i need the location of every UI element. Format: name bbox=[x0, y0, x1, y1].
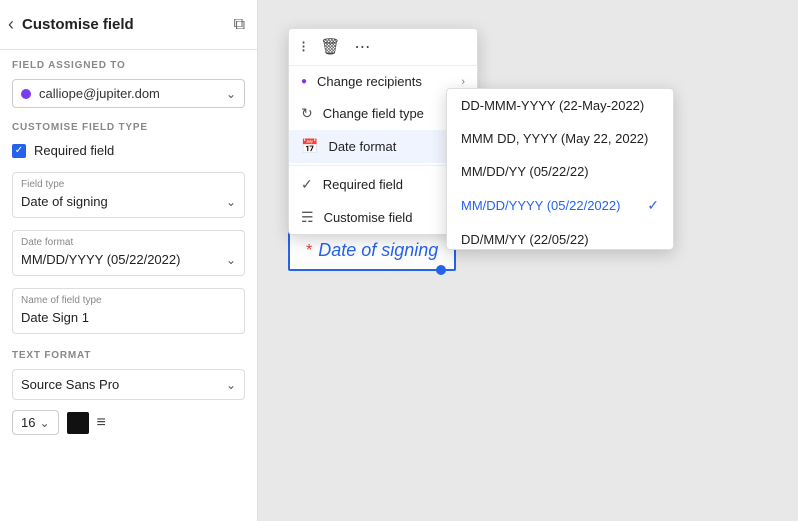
date-format-label: Date format bbox=[328, 139, 461, 154]
field-type-label: Field type bbox=[21, 179, 236, 190]
panel-header: ‹ Customise field ⧉ bbox=[0, 0, 257, 50]
date-format-value: MM/DD/YYYY (05/22/2022) bbox=[21, 252, 180, 267]
trash-icon[interactable]: 🗑 bbox=[320, 37, 340, 57]
date-submenu-list: DD-MMM-YYYY (22-May-2022) MMM DD, YYYY (… bbox=[447, 89, 673, 249]
required-asterisk: * bbox=[306, 242, 312, 260]
date-option-mm-dd-yyyy[interactable]: MM/DD/YYYY (05/22/2022) ✓ bbox=[447, 188, 673, 223]
font-size-chevron-icon: ⌄ bbox=[39, 416, 49, 430]
date-option-mm-dd-yy[interactable]: MM/DD/YY (05/22/22) bbox=[447, 155, 673, 188]
right-area: ⁝ 🗑 ⋯ ● Change recipients › ↻ Change fie… bbox=[258, 0, 798, 521]
chevron-down-icon: ⌄ bbox=[226, 87, 236, 101]
date-format-label: Date format bbox=[21, 237, 236, 248]
date-option-dd-mm-yy[interactable]: DD/MM/YY (22/05/22) bbox=[447, 223, 673, 249]
check-icon: ✓ bbox=[15, 145, 23, 156]
copy-icon[interactable]: ⧉ bbox=[234, 16, 245, 34]
field-assigned-label: FIELD ASSIGNED TO bbox=[0, 50, 257, 75]
date-option-label-1: MMM DD, YYYY (May 22, 2022) bbox=[461, 131, 648, 146]
field-type-chevron-icon: ⌄ bbox=[226, 195, 236, 209]
recipient-email: calliope@jupiter.dom bbox=[39, 86, 226, 101]
grid-icon[interactable]: ⁝ bbox=[301, 37, 306, 57]
date-format-group[interactable]: Date format MM/DD/YYYY (05/22/2022) ⌄ bbox=[12, 230, 245, 276]
font-size-selector[interactable]: 16 ⌄ bbox=[12, 410, 59, 435]
required-field-row[interactable]: ✓ Required field bbox=[0, 139, 257, 166]
change-recipients-label: Change recipients bbox=[317, 74, 461, 89]
customise-field-type-label: CUSTOMISE FIELD TYPE bbox=[0, 112, 257, 139]
menu-icons-row: ⁝ 🗑 ⋯ bbox=[289, 29, 477, 66]
font-selector[interactable]: Source Sans Pro ⌄ bbox=[12, 369, 245, 400]
resize-handle[interactable] bbox=[436, 265, 446, 275]
date-format-chevron-icon: ⌄ bbox=[226, 253, 236, 267]
name-of-field-group[interactable]: Name of field type Date Sign 1 bbox=[12, 288, 245, 334]
panel-title: Customise field bbox=[22, 16, 134, 33]
required-field-menu-label: Required field bbox=[323, 177, 465, 192]
date-format-value-row: MM/DD/YYYY (05/22/2022) ⌄ bbox=[21, 252, 236, 267]
date-option-label-4: DD/MM/YY (22/05/22) bbox=[461, 232, 589, 247]
name-field-label: Name of field type bbox=[21, 295, 236, 306]
date-field-placeholder: Date of signing bbox=[318, 240, 438, 261]
required-checkbox[interactable]: ✓ bbox=[12, 144, 26, 158]
date-field[interactable]: * Date of signing bbox=[288, 230, 456, 271]
date-option-mmm-dd-yyyy[interactable]: MMM DD, YYYY (May 22, 2022) bbox=[447, 122, 673, 155]
change-recipients-arrow-icon: › bbox=[461, 76, 465, 88]
font-size-value: 16 bbox=[21, 415, 35, 430]
field-type-value-row: Date of signing ⌄ bbox=[21, 194, 236, 209]
name-field-value: Date Sign 1 bbox=[21, 310, 236, 325]
left-panel: ‹ Customise field ⧉ FIELD ASSIGNED TO ca… bbox=[0, 0, 258, 521]
date-option-label-0: DD-MMM-YYYY (22-May-2022) bbox=[461, 98, 644, 113]
field-type-value: Date of signing bbox=[21, 194, 108, 209]
date-option-label-3: MM/DD/YYYY (05/22/2022) bbox=[461, 198, 620, 213]
date-format-submenu: DD-MMM-YYYY (22-May-2022) MMM DD, YYYY (… bbox=[446, 88, 674, 250]
font-chevron-icon: ⌄ bbox=[226, 378, 236, 392]
text-align-icon[interactable]: ≡ bbox=[97, 414, 106, 432]
font-name: Source Sans Pro bbox=[21, 377, 119, 392]
refresh-icon: ↻ bbox=[301, 105, 313, 122]
back-icon[interactable]: ‹ bbox=[8, 14, 14, 35]
customise-field-label: Customise field bbox=[324, 210, 465, 225]
more-options-icon[interactable]: ⋯ bbox=[354, 37, 370, 57]
required-label: Required field bbox=[34, 143, 114, 158]
required-check-icon: ✓ bbox=[301, 176, 313, 193]
recipient-dot-icon: ● bbox=[301, 76, 307, 87]
selected-check-icon: ✓ bbox=[647, 197, 659, 214]
color-swatch[interactable] bbox=[67, 412, 89, 434]
font-size-row: 16 ⌄ ≡ bbox=[0, 402, 257, 443]
change-field-type-label: Change field type bbox=[323, 106, 462, 121]
recipient-dot bbox=[21, 89, 31, 99]
date-option-dd-mmm-yyyy[interactable]: DD-MMM-YYYY (22-May-2022) bbox=[447, 89, 673, 122]
field-type-group[interactable]: Field type Date of signing ⌄ bbox=[12, 172, 245, 218]
date-option-label-2: MM/DD/YY (05/22/22) bbox=[461, 164, 589, 179]
settings-icon: ☴ bbox=[301, 209, 314, 226]
recipient-selector[interactable]: calliope@jupiter.dom ⌄ bbox=[12, 79, 245, 108]
calendar-icon: 📅 bbox=[301, 138, 318, 155]
text-format-label: TEXT FORMAT bbox=[0, 340, 257, 367]
